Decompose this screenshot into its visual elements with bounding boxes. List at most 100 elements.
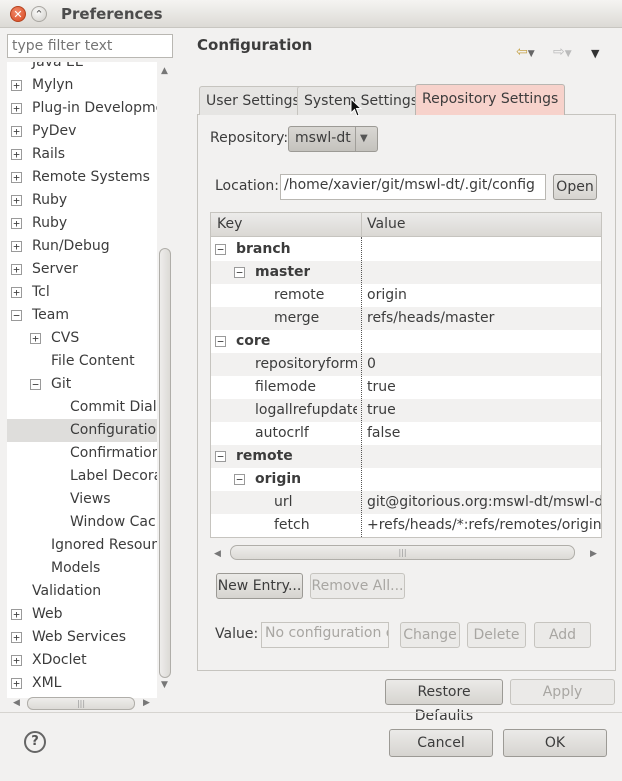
scroll-right-icon[interactable]: ▶ xyxy=(143,698,150,708)
tree-vertical-scroll-thumb[interactable] xyxy=(159,248,171,678)
tree-item[interactable]: Confirmation xyxy=(70,442,157,465)
tree-item[interactable]: Server xyxy=(32,258,78,281)
tree-item[interactable]: Team xyxy=(32,304,69,327)
tree-item[interactable]: Ruby xyxy=(32,189,67,212)
table-row[interactable]: − remote xyxy=(211,445,601,468)
expand-icon[interactable]: + xyxy=(11,126,22,137)
scroll-down-icon[interactable]: ▼ xyxy=(161,680,168,690)
collapse-icon[interactable]: − xyxy=(234,267,245,278)
tree-item[interactable]: Tcl xyxy=(32,281,50,304)
tree-item[interactable]: Plug-in Developme xyxy=(32,97,157,120)
tree-item[interactable]: Remote Systems xyxy=(32,166,150,189)
table-row[interactable]: − origin xyxy=(211,468,601,491)
tree-item[interactable]: XDoclet xyxy=(32,649,87,672)
ok-button[interactable]: OK xyxy=(503,729,607,757)
grid-scroll-left-icon[interactable]: ◀ xyxy=(214,549,221,559)
location-field[interactable]: /home/xavier/git/mswl-dt/.git/config xyxy=(280,174,546,200)
expand-icon[interactable]: + xyxy=(11,655,22,666)
expand-icon[interactable]: + xyxy=(11,103,22,114)
tree-item[interactable]: Java EE xyxy=(32,62,84,74)
tree-item[interactable]: Mylyn xyxy=(32,74,73,97)
new-entry-button[interactable]: New Entry... xyxy=(216,573,303,599)
repository-select[interactable]: mswl-dt ▼ xyxy=(288,126,378,152)
expand-icon[interactable]: + xyxy=(11,632,22,643)
table-row[interactable]: autocrlf false xyxy=(211,422,601,445)
expand-icon[interactable]: + xyxy=(11,80,22,91)
minimize-window-button[interactable]: ⌃ xyxy=(31,6,47,22)
table-row[interactable]: remote origin xyxy=(211,284,601,307)
collapse-icon[interactable]: − xyxy=(215,336,226,347)
remove-all-button[interactable]: Remove All... xyxy=(310,573,405,599)
expand-icon[interactable]: + xyxy=(30,333,41,344)
tree-item[interactable]: Run/Debug xyxy=(32,235,110,258)
expand-icon[interactable]: + xyxy=(11,678,22,689)
back-arrow-icon[interactable]: ⇦▼ xyxy=(516,44,535,60)
scroll-left-icon[interactable]: ◀ xyxy=(13,698,20,708)
key-column-header[interactable]: Key xyxy=(217,216,242,232)
apply-button[interactable]: Apply xyxy=(510,679,615,705)
collapse-icon[interactable]: − xyxy=(11,310,22,321)
forward-arrow-icon[interactable]: ⇨▼ xyxy=(553,44,572,60)
table-row[interactable]: − branch xyxy=(211,238,601,261)
table-row[interactable]: − master xyxy=(211,261,601,284)
tree-item[interactable]: Commit Dialo xyxy=(70,396,157,419)
tree-item[interactable]: Models xyxy=(51,557,100,580)
table-row[interactable]: − core xyxy=(211,330,601,353)
table-row[interactable]: repositoryforma 0 xyxy=(211,353,601,376)
tree-item[interactable]: Rails xyxy=(32,143,65,166)
value-column-header[interactable]: Value xyxy=(367,216,405,232)
filter-input[interactable] xyxy=(7,34,173,58)
config-table[interactable]: Key Value − branch − master remote origin merg… xyxy=(210,212,602,538)
value-field[interactable]: No configuration en xyxy=(261,622,389,648)
table-row[interactable]: filemode true xyxy=(211,376,601,399)
open-button[interactable]: Open xyxy=(553,174,597,200)
restore-defaults-button[interactable]: Restore Defaults xyxy=(385,679,503,724)
tree-item[interactable]: Views xyxy=(70,488,111,511)
tree-item[interactable]: CVS xyxy=(51,327,79,350)
change-button[interactable]: Change xyxy=(400,622,460,648)
repository-select-value: mswl-dt xyxy=(295,130,351,146)
table-row[interactable]: logallrefupdates true xyxy=(211,399,601,422)
expand-icon[interactable]: + xyxy=(11,287,22,298)
collapse-icon[interactable]: − xyxy=(215,244,226,255)
tree-item[interactable]: Git xyxy=(51,373,71,396)
expand-icon[interactable]: + xyxy=(11,218,22,229)
table-row[interactable]: fetch +refs/heads/*:refs/remotes/origin/* xyxy=(211,514,601,537)
cancel-button[interactable]: Cancel xyxy=(389,729,493,757)
tree-item[interactable]: PyDev xyxy=(32,120,76,143)
grid-scroll-right-icon[interactable]: ▶ xyxy=(590,549,597,559)
tree-horizontal-scroll-thumb[interactable]: ||| xyxy=(27,697,135,710)
expand-icon[interactable]: + xyxy=(11,149,22,160)
delete-button[interactable]: Delete xyxy=(467,622,526,648)
tree-item[interactable]: Web xyxy=(32,603,63,626)
scroll-up-icon[interactable]: ▲ xyxy=(161,66,168,76)
tab-user-settings[interactable]: User Settings xyxy=(199,86,307,115)
table-horizontal-scroll-thumb[interactable]: ||| xyxy=(230,545,575,560)
preference-tree[interactable]: Java EE + Mylyn + Plug-in Developme + PyDev + Ra… xyxy=(7,62,157,698)
tree-item[interactable]: Configuration xyxy=(70,419,157,442)
help-icon[interactable]: ? xyxy=(24,731,46,753)
tree-item[interactable]: XML xyxy=(32,672,61,695)
tree-item[interactable]: Ignored Resource xyxy=(51,534,157,557)
table-row[interactable]: merge refs/heads/master xyxy=(211,307,601,330)
collapse-icon[interactable]: − xyxy=(30,379,41,390)
expand-icon[interactable]: + xyxy=(11,195,22,206)
tree-item[interactable]: Label Decorat xyxy=(70,465,157,488)
view-menu-icon[interactable]: ▼ xyxy=(591,47,599,60)
tree-item[interactable]: Ruby xyxy=(32,212,67,235)
tree-item[interactable]: File Content xyxy=(51,350,135,373)
collapse-icon[interactable]: − xyxy=(234,474,245,485)
tree-item[interactable]: Validation xyxy=(32,580,101,603)
repository-label: Repository: xyxy=(210,130,289,146)
close-window-button[interactable]: ✕ xyxy=(10,6,26,22)
expand-icon[interactable]: + xyxy=(11,264,22,275)
collapse-icon[interactable]: − xyxy=(215,451,226,462)
tree-item[interactable]: Window Cach xyxy=(70,511,157,534)
add-button[interactable]: Add xyxy=(534,622,591,648)
table-row[interactable]: url git@gitorious.org:mswl-dt/mswl-dt.g xyxy=(211,491,601,514)
expand-icon[interactable]: + xyxy=(11,172,22,183)
expand-icon[interactable]: + xyxy=(11,609,22,620)
tree-item[interactable]: Web Services xyxy=(32,626,126,649)
tab-repository-settings[interactable]: Repository Settings xyxy=(415,84,566,115)
expand-icon[interactable]: + xyxy=(11,241,22,252)
